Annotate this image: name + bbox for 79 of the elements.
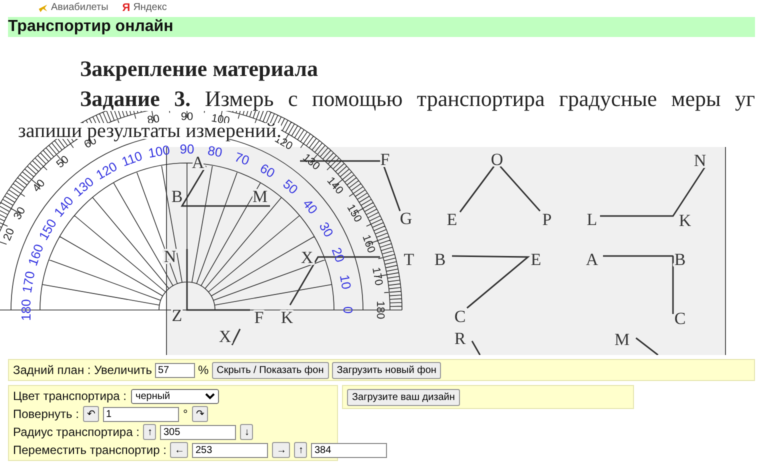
point-label: T xyxy=(404,250,414,269)
move-right-button[interactable]: → xyxy=(272,442,290,458)
point-label: M xyxy=(614,330,630,349)
point-label: Z xyxy=(172,306,182,325)
field-label: Задний план : Увеличить xyxy=(13,363,152,377)
increase-button[interactable]: ↑ xyxy=(143,424,156,440)
number-input[interactable]: 253 xyxy=(192,442,268,458)
scale-number: 90 xyxy=(180,142,194,156)
scale-number: 20 xyxy=(328,246,348,264)
scale-number: 90 xyxy=(180,111,194,123)
rotate-left-button[interactable]: ↶ xyxy=(82,406,99,422)
bookmark-link[interactable]: Авиабилеты xyxy=(38,2,108,14)
field-label: Повернуть : xyxy=(13,407,79,421)
move-up-button[interactable]: ↑ xyxy=(294,442,308,458)
number-input[interactable]: 384 xyxy=(311,442,388,458)
point-label: K xyxy=(678,211,692,230)
zoom-input[interactable]: 57 xyxy=(154,362,195,378)
number-input[interactable]: 305 xyxy=(160,424,236,440)
logo-icon: Я xyxy=(122,2,130,14)
plane-icon xyxy=(38,3,48,13)
scale-number: 50 xyxy=(54,154,72,171)
action-button[interactable]: Скрыть / Показать фон xyxy=(212,362,329,378)
scale-number: 150 xyxy=(344,202,364,224)
scale-number: 30 xyxy=(316,219,336,240)
scale-number: 40 xyxy=(30,177,48,194)
scale-number: 170 xyxy=(370,266,385,287)
point-label: P xyxy=(542,210,552,229)
point-label: C xyxy=(454,307,466,326)
point-label: E xyxy=(530,250,542,269)
decrease-button[interactable]: ↓ xyxy=(240,424,254,440)
point-label: N xyxy=(694,151,706,170)
point-label: M xyxy=(252,187,268,206)
point-label: L xyxy=(586,210,598,229)
document-heading: Закрепление материала xyxy=(80,56,318,82)
color-select[interactable]: черный xyxy=(130,388,218,404)
scale-number: 130 xyxy=(300,152,322,173)
scale-number: 20 xyxy=(1,226,18,243)
upload-design-button[interactable]: Загрузите ваш дизайн xyxy=(347,388,460,406)
scale-number: 180 xyxy=(18,299,34,321)
point-label: R xyxy=(454,329,466,348)
scale-number: 30 xyxy=(12,205,28,222)
page-title: Транспортир онлайн xyxy=(8,17,755,37)
action-button[interactable]: Загрузить новый фон xyxy=(332,362,442,378)
field-label: Радиус транспортира : xyxy=(13,425,140,439)
bookmark-link[interactable]: Я Яндекс xyxy=(122,2,167,14)
point-label: X xyxy=(218,327,232,346)
scale-number: 50 xyxy=(280,176,301,198)
unit-label: % xyxy=(198,363,209,377)
field-label: Цвет транспортира : xyxy=(13,389,126,403)
move-left-button[interactable]: ← xyxy=(170,442,188,458)
unit-label: ° xyxy=(182,407,188,421)
scale-number: 70 xyxy=(232,149,252,168)
scale-number: 170 xyxy=(19,270,38,294)
scale-number: 10 xyxy=(336,274,354,290)
point-label: X xyxy=(300,248,314,267)
number-input[interactable]: 1 xyxy=(102,406,179,422)
point-label: O xyxy=(490,150,504,169)
point-label: F xyxy=(254,308,264,327)
point-label: B xyxy=(171,187,183,206)
point-label: E xyxy=(446,210,458,229)
scale-number: 140 xyxy=(324,175,346,197)
field-label: Переместить транспортир : xyxy=(13,443,166,457)
scale-number: 100 xyxy=(147,142,171,161)
point-label: G xyxy=(400,209,412,228)
scale-number: 0 xyxy=(340,306,356,314)
point-label: B xyxy=(674,250,686,269)
scale-number: 60 xyxy=(257,160,278,181)
scale-number: 110 xyxy=(120,148,144,170)
point-label: B xyxy=(434,250,446,269)
point-label: A xyxy=(586,250,598,269)
scale-number: 80 xyxy=(206,142,224,160)
scale-number: 160 xyxy=(24,242,46,268)
scale-number: 40 xyxy=(300,196,321,217)
point-label: K xyxy=(280,308,294,327)
point-label: C xyxy=(674,309,686,328)
rotate-right-button[interactable]: ↷ xyxy=(192,406,208,422)
scale-number: 160 xyxy=(360,233,378,255)
task-text: запиши результаты измерений. xyxy=(18,123,282,139)
scale-number: 180 xyxy=(374,300,386,320)
